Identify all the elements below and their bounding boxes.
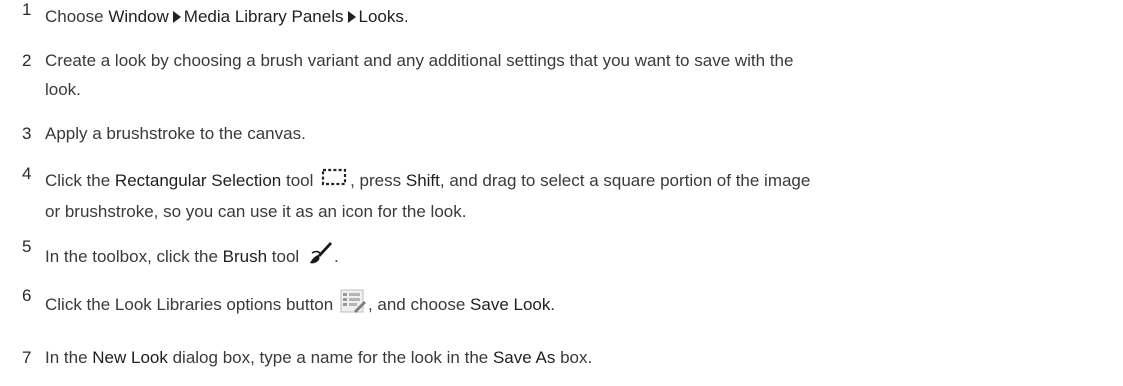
key-shift: Shift <box>405 171 440 190</box>
step-text: Apply a brushstroke to the canvas. <box>45 124 306 143</box>
step-number: 2 <box>22 51 32 70</box>
field-save-as: Save As <box>492 348 556 367</box>
step-text: In the toolbox, click the Brush tool . <box>45 239 1113 276</box>
step-text: Click the Look Libraries options button … <box>45 288 1113 323</box>
dialog-new-look: New Look <box>92 348 168 367</box>
menu-window: Window <box>108 7 169 26</box>
library-options-icon <box>338 288 368 323</box>
step-number: 6 <box>22 286 32 305</box>
menu-arrow-icon <box>172 11 181 23</box>
brush-tool-icon <box>304 239 334 276</box>
step-text: Click the Rectangular Selection tool , p… <box>45 166 1113 226</box>
step-number: 5 <box>22 237 32 256</box>
step-text: Create a look by choosing a brush varian… <box>45 51 794 99</box>
step-number: 7 <box>22 348 32 367</box>
step-number: 1 <box>22 0 32 19</box>
step-number: 3 <box>22 124 32 143</box>
command-save-look: Save Look <box>470 294 551 314</box>
menu-media-library-panels: Media Library Panels <box>183 7 344 26</box>
step-text: Choose Window Media Library Panels Looks. <box>45 7 409 26</box>
rectangular-selection-icon <box>318 166 350 197</box>
menu-arrow-icon <box>347 11 356 23</box>
step-text: In the New Look dialog box, type a name … <box>45 348 593 367</box>
step-number: 4 <box>22 164 32 183</box>
tool-name: Rectangular Selection <box>114 171 282 190</box>
menu-looks: Looks <box>358 7 404 26</box>
tool-name: Brush <box>222 246 268 266</box>
